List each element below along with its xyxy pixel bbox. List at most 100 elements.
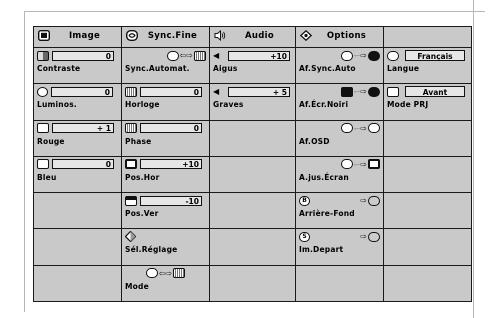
options-icon (300, 30, 312, 41)
langue-label: Langue (387, 64, 420, 74)
brightness-icon (37, 86, 48, 97)
horloge-label: Horloge (125, 100, 160, 110)
cell-sync-automat[interactable]: ⇦⇨ Sync.Automat. (121, 47, 210, 85)
cell-pos-ver[interactable]: -10 Pos.Ver (121, 192, 210, 230)
cell-empty (209, 155, 296, 194)
cell-phase[interactable]: 0 Phase (121, 119, 210, 157)
right-arrow-icon: ⇨ (360, 196, 367, 206)
cell-langue[interactable]: Français Langue (383, 47, 472, 85)
ajus-ecran-label: A.jus.Écran (299, 172, 349, 182)
phase-icon (125, 123, 137, 134)
cell-empty (383, 228, 472, 266)
red-icon (37, 123, 49, 134)
startup-s-icon: S (299, 231, 310, 242)
right-arrow-icon: ↽⇨ (353, 51, 367, 61)
rouge-label: Rouge (37, 136, 65, 146)
tab-sync-fine-label: Sync.Fine (147, 30, 198, 41)
mode-label: Mode (125, 281, 149, 291)
blackscreen-off-icon (340, 86, 353, 97)
tab-options-label: Options (326, 30, 367, 41)
right-arrow-icon: ⇨ (360, 232, 367, 242)
projector-icon (387, 86, 399, 97)
af-sync-auto-label: Af.Sync.Auto (299, 64, 356, 74)
tab-audio[interactable]: Audio (209, 25, 296, 49)
luminos-label: Luminos. (37, 100, 77, 110)
cell-mode-prj[interactable]: Avant Mode PRJ (383, 83, 472, 121)
cell-sel-reglage[interactable]: Sél.Réglage (121, 228, 210, 266)
cell-aigus[interactable]: ◀ +10 Aigus (209, 47, 296, 85)
adjust-select-icon (125, 231, 136, 243)
mode-prj-label: Mode PRJ (387, 100, 429, 110)
cell-empty (383, 119, 472, 157)
sync-automat-label: Sync.Automat. (125, 64, 190, 74)
aigus-value: +10 (228, 50, 290, 61)
frame-right-rule (473, 0, 474, 318)
phase-label: Phase (125, 136, 152, 146)
cell-graves[interactable]: ◀ + 5 Graves (209, 83, 296, 121)
contraste-label: Contraste (37, 64, 81, 74)
cell-luminos[interactable]: 0 Luminos. (33, 83, 122, 121)
cell-empty (209, 119, 296, 157)
blue-icon (37, 159, 49, 170)
tab-options[interactable]: Options (295, 25, 384, 49)
resize-on-icon (368, 159, 380, 170)
cell-contraste[interactable]: 0 Contraste (33, 47, 122, 85)
tab-audio-label: Audio (245, 30, 274, 41)
cell-empty (209, 264, 296, 303)
cell-af-sync-auto[interactable]: ↽⇨ Af.Sync.Auto (295, 47, 384, 85)
cell-empty (209, 228, 296, 266)
pos-ver-label: Pos.Ver (125, 209, 159, 219)
cell-af-ecr-noiri[interactable]: ↽⇨ Af.Écr.Noiri (295, 83, 384, 121)
display-off-icon (340, 50, 353, 61)
sel-reglage-label: Sél.Réglage (125, 245, 178, 255)
tab-empty (383, 25, 472, 49)
tab-image[interactable]: Image (33, 25, 122, 49)
graves-label: Graves (213, 100, 244, 110)
osd-on-icon (368, 123, 380, 134)
right-arrow-icon: ↽⇨ (353, 87, 367, 97)
im-depart-label: Im.Depart (299, 245, 344, 255)
cell-arriere-fond[interactable]: B ⇨ Arrière-Fond (295, 192, 384, 230)
pos-hor-value: +10 (140, 159, 202, 170)
resize-off-icon (340, 159, 353, 170)
audio-icon (214, 30, 226, 41)
luminos-value: 0 (51, 86, 113, 97)
left-right-arrows-icon: ⇦⇨ (158, 268, 173, 278)
cell-empty (383, 192, 472, 230)
cell-ajus-ecran[interactable]: ↽⇨ A.jus.Écran (295, 155, 384, 194)
graves-value: + 5 (228, 86, 290, 97)
cell-empty (295, 264, 384, 303)
horloge-value: 0 (140, 86, 202, 97)
sync-off-icon (166, 50, 179, 61)
tab-image-label: Image (68, 30, 101, 41)
osd-off-icon (340, 123, 353, 134)
tab-sync-fine[interactable]: Sync.Fine (121, 25, 210, 49)
langue-value: Français (405, 50, 465, 62)
cell-im-depart[interactable]: S ⇨ Im.Depart (295, 228, 384, 266)
aigus-label: Aigus (213, 64, 238, 74)
cell-af-osd[interactable]: ↽⇨ Af.OSD (295, 119, 384, 157)
mode-off-icon (145, 268, 158, 279)
cell-empty (33, 192, 122, 230)
cell-empty (209, 192, 296, 230)
cell-horloge[interactable]: 0 Horloge (121, 83, 210, 121)
bleu-value: 0 (52, 159, 114, 170)
sync-on-icon (194, 50, 206, 61)
cell-rouge[interactable]: + 1 Rouge (33, 119, 122, 157)
cell-pos-hor[interactable]: +10 Pos.Hor (121, 155, 210, 194)
right-arrow-icon: ↽⇨ (353, 159, 367, 169)
sync-icon (126, 30, 138, 41)
cell-empty (33, 264, 122, 303)
startup-image-icon (368, 231, 380, 242)
right-arrow-icon: ↽⇨ (353, 123, 367, 133)
mode-prj-value: Avant (405, 86, 465, 98)
contrast-icon (37, 50, 49, 61)
blackscreen-on-icon (368, 86, 380, 97)
cell-mode[interactable]: ⇦⇨ Mode (121, 264, 210, 303)
cell-bleu[interactable]: 0 Bleu (33, 155, 122, 194)
vpos-icon (125, 195, 137, 206)
arriere-fond-label: Arrière-Fond (299, 209, 355, 219)
pos-ver-value: -10 (140, 195, 202, 206)
af-osd-label: Af.OSD (299, 136, 330, 146)
mode-on-icon (173, 268, 186, 279)
